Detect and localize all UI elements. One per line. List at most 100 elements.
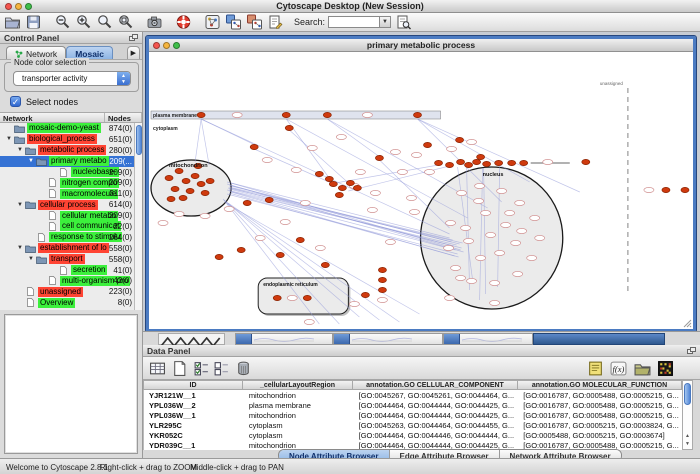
expand-arrow-icon[interactable]: ▼ bbox=[17, 245, 25, 251]
expand-arrow-icon[interactable]: ▼ bbox=[28, 158, 36, 164]
expand-arrow-icon[interactable]: ▼ bbox=[28, 256, 36, 262]
minimized-windows-strip bbox=[143, 331, 700, 345]
tree-item-multi-organism-pro[interactable]: multi-organism pro42(0) bbox=[0, 275, 142, 286]
tree-item-overview[interactable]: Overview8(0) bbox=[0, 297, 142, 308]
select-nodes-checkbox[interactable]: ✓ bbox=[10, 96, 21, 107]
network-node bbox=[446, 220, 456, 225]
search-input[interactable] bbox=[328, 16, 380, 28]
column-network[interactable]: Network bbox=[0, 113, 105, 122]
birdseye-view-panel[interactable] bbox=[4, 314, 138, 454]
network-node bbox=[473, 159, 481, 164]
table-scrollbar-thumb[interactable] bbox=[684, 383, 691, 405]
minimized-window[interactable] bbox=[443, 333, 533, 345]
tree-scrollbar[interactable] bbox=[134, 123, 142, 310]
tree-item-label: biological_process bbox=[27, 134, 97, 144]
node-count: 614(0) bbox=[109, 200, 132, 209]
file-icon bbox=[47, 178, 58, 187]
tree-item-cell-communicat[interactable]: cell communicat22(0) bbox=[0, 221, 142, 232]
network-overview-icon[interactable] bbox=[204, 14, 221, 30]
tree-item-nucleobase-[interactable]: nucleobase-209(0) bbox=[0, 167, 142, 178]
table-row[interactable]: YLR295Ccytoplasm[GO:0045263, GO:0044464,… bbox=[144, 420, 682, 430]
column-header-1[interactable]: _cellularLayoutRegion bbox=[243, 380, 353, 390]
tree-item-macromolecule[interactable]: macromolecule311(0) bbox=[0, 188, 142, 199]
cell-id: YLR295C bbox=[144, 421, 244, 430]
tree-item-transport[interactable]: ▼transport558(0) bbox=[0, 254, 142, 265]
table-row[interactable]: YPL036W__1mitochondrion[GO:0044464, GO:0… bbox=[144, 410, 682, 420]
tree-item-metabolic-process[interactable]: ▼metabolic process280(0) bbox=[0, 145, 142, 156]
network-edge bbox=[254, 149, 331, 183]
scroll-down-icon[interactable]: ▼ bbox=[684, 441, 691, 448]
expand-arrow-icon[interactable]: ▼ bbox=[17, 147, 25, 153]
zoom-selected-icon[interactable] bbox=[96, 14, 113, 30]
tree-item-biological-process[interactable]: ▼biological_process651(0) bbox=[0, 134, 142, 145]
unselect-attributes-icon[interactable] bbox=[213, 360, 230, 377]
tree-item-mosaic-demo-yeast[interactable]: mosaic-demo-yeast874(0) bbox=[0, 123, 142, 134]
attribute-table-icon[interactable] bbox=[149, 360, 166, 377]
network-node bbox=[474, 198, 484, 203]
snapshot-icon[interactable] bbox=[146, 14, 163, 30]
table-row[interactable]: YJR121W__1mitochondrion[GO:0045267, GO:0… bbox=[144, 390, 682, 400]
matrix-icon[interactable] bbox=[657, 360, 674, 377]
node-color-dropdown[interactable]: transporter activity ▲▼ bbox=[13, 71, 131, 86]
import-attributes-icon[interactable] bbox=[634, 360, 651, 377]
cell-mf: [GO:0016787, GO:0005215, GO:0003824, G..… bbox=[518, 421, 682, 430]
tree-item-primary-metabo[interactable]: ▼primary metabo209(... bbox=[0, 156, 142, 167]
zoom-out-icon[interactable] bbox=[54, 14, 71, 30]
tree-scrollbar-thumb[interactable] bbox=[136, 125, 142, 155]
column-nodes[interactable]: Nodes bbox=[105, 113, 142, 122]
annotation-icon[interactable] bbox=[267, 14, 284, 30]
table-row[interactable]: YPL036W__2plasma membrane[GO:0044464, GO… bbox=[144, 400, 682, 410]
network-node bbox=[315, 245, 325, 250]
network-node bbox=[273, 295, 281, 300]
minimized-window[interactable] bbox=[533, 333, 665, 345]
search-dropdown-arrow[interactable]: ▼ bbox=[380, 16, 391, 28]
column-header-3[interactable]: annotation.GO MOLECULAR_FUNCTION bbox=[518, 380, 682, 390]
tab-overflow-arrow[interactable]: ▶ bbox=[127, 46, 140, 59]
network-canvas[interactable]: plasma membranecytoplasmmitochondrionnuc… bbox=[149, 52, 693, 329]
search-options-icon[interactable] bbox=[395, 14, 412, 30]
network-node bbox=[446, 162, 454, 167]
tree-item-nitrogen-compo[interactable]: nitrogen compo209(0) bbox=[0, 177, 142, 188]
tree-item-cellular-metabo[interactable]: cellular metabo209(0) bbox=[0, 210, 142, 221]
zoom-fit-icon[interactable] bbox=[117, 14, 134, 30]
table-row[interactable]: YKR052Ccytoplasm[GO:0044464, GO:0044446,… bbox=[144, 430, 682, 440]
expand-arrow-icon[interactable]: ▼ bbox=[6, 136, 14, 142]
save-icon[interactable] bbox=[25, 14, 42, 30]
tree-item-establishment-of-lo[interactable]: ▼establishment of lo558(0) bbox=[0, 243, 142, 254]
new-view-blue-icon[interactable] bbox=[225, 14, 242, 30]
network-node bbox=[495, 250, 505, 255]
attribute-table: YJR121W__1mitochondrion[GO:0045267, GO:0… bbox=[143, 390, 682, 450]
delete-attribute-icon[interactable] bbox=[235, 360, 252, 377]
float-panel-icon[interactable] bbox=[129, 34, 138, 42]
tree-item-cellular-process[interactable]: ▼ cellular process 614(0) bbox=[0, 199, 142, 210]
network-node bbox=[323, 112, 331, 117]
column-header-0[interactable]: ID bbox=[143, 380, 243, 390]
table-scrollbar[interactable]: ▲ ▼ bbox=[682, 380, 693, 450]
function-builder-icon[interactable]: f(x) bbox=[610, 360, 627, 377]
tree-item-response-to-stimulu[interactable]: response to stimulu264(0) bbox=[0, 232, 142, 243]
resize-grip-icon[interactable] bbox=[683, 319, 692, 328]
minimized-window[interactable] bbox=[235, 333, 333, 345]
float-data-panel-icon[interactable] bbox=[687, 347, 696, 355]
expand-arrow-icon[interactable]: ▼ bbox=[17, 202, 25, 208]
tree-item-unassigned[interactable]: unassigned223(0) bbox=[0, 286, 142, 297]
select-attributes-icon[interactable] bbox=[193, 360, 210, 377]
network-edge bbox=[327, 119, 378, 156]
minimized-window[interactable] bbox=[333, 333, 443, 345]
zoom-in-icon[interactable] bbox=[75, 14, 92, 30]
cell-cc: [GO:0045267, GO:0045261, GO:0044464, G..… bbox=[354, 391, 519, 400]
new-view-red-icon[interactable] bbox=[246, 14, 263, 30]
file-icon bbox=[47, 222, 58, 231]
tree-item-label: cellular process bbox=[38, 200, 98, 210]
tree-item-secretion[interactable]: secretion41(0) bbox=[0, 265, 142, 276]
notepad-icon[interactable] bbox=[587, 360, 604, 377]
scroll-up-icon[interactable]: ▲ bbox=[684, 433, 691, 440]
new-attribute-icon[interactable] bbox=[171, 360, 188, 377]
network-window-titlebar[interactable]: primary metabolic process bbox=[149, 39, 693, 52]
column-header-2[interactable]: annotation.GO CELLULAR_COMPONENT bbox=[353, 380, 518, 390]
open-icon[interactable] bbox=[4, 14, 21, 30]
minimized-window[interactable] bbox=[158, 333, 225, 345]
folder-icon bbox=[36, 157, 47, 166]
help-icon[interactable] bbox=[175, 14, 192, 30]
network-node bbox=[346, 180, 354, 185]
